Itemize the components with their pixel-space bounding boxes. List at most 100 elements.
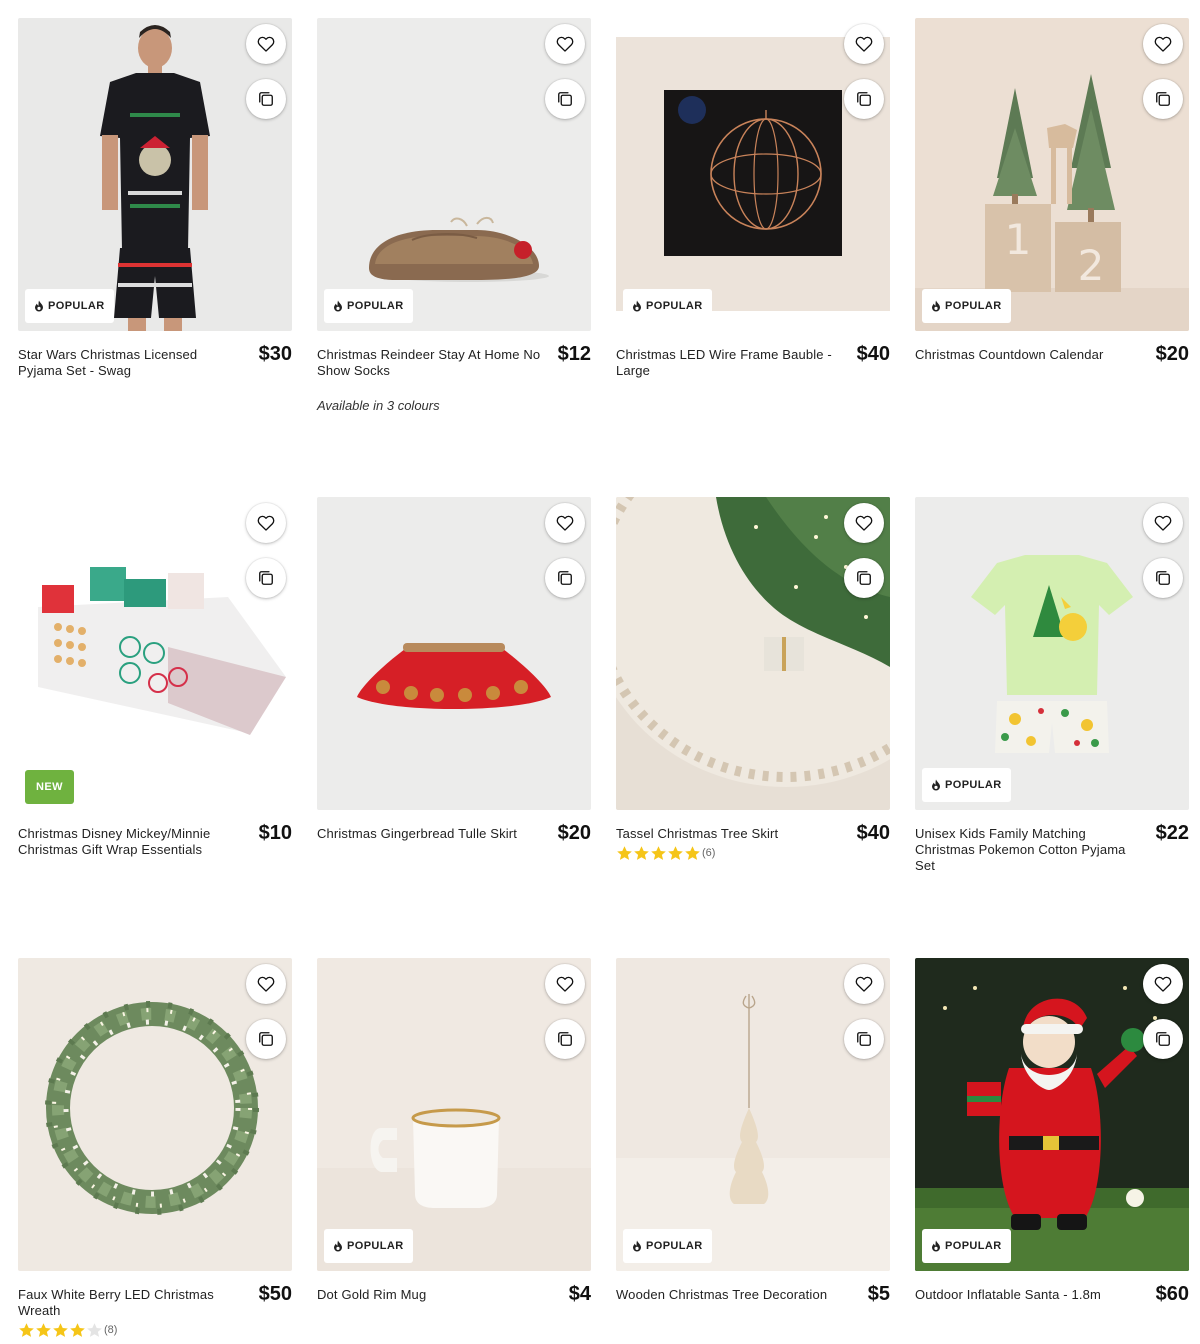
heart-icon (556, 515, 574, 531)
product-price: $12 (557, 343, 591, 365)
product-image[interactable]: POPULAR (616, 18, 890, 331)
popular-badge: POPULAR (623, 1229, 712, 1263)
wishlist-button[interactable] (844, 24, 884, 64)
compare-button[interactable] (246, 79, 286, 119)
product-name[interactable]: Christmas LED Wire Frame Bauble - Large (616, 347, 842, 379)
product-name[interactable]: Star Wars Christmas Licensed Pyjama Set … (18, 347, 244, 379)
compare-button[interactable] (545, 79, 585, 119)
product-image[interactable]: POPULAR (317, 18, 591, 331)
product-name[interactable]: Tassel Christmas Tree Skirt (616, 826, 842, 842)
svg-text:2: 2 (1078, 241, 1105, 290)
tree-skirt-photo (616, 497, 890, 810)
wishlist-button[interactable] (545, 964, 585, 1004)
product-image[interactable]: 1 2 POPULAR (915, 18, 1189, 331)
product-price: $20 (557, 822, 591, 844)
product-name[interactable]: Christmas Reindeer Stay At Home No Show … (317, 347, 543, 379)
product-image[interactable]: POPULAR (915, 497, 1189, 810)
heart-icon (855, 976, 873, 992)
heart-icon (257, 36, 275, 52)
heart-icon (257, 976, 275, 992)
wishlist-button[interactable] (246, 24, 286, 64)
product-card[interactable]: Christmas Gingerbread Tulle Skirt $20 (317, 497, 591, 844)
heart-icon (1154, 515, 1172, 531)
popular-badge: POPULAR (922, 768, 1011, 802)
compare-icon (558, 92, 572, 106)
heart-icon (257, 515, 275, 531)
compare-button[interactable] (246, 558, 286, 598)
flame-icon (633, 300, 641, 312)
product-name[interactable]: Christmas Disney Mickey/Minnie Christmas… (18, 826, 244, 858)
popular-badge: POPULAR (922, 289, 1011, 323)
compare-button[interactable] (246, 1019, 286, 1059)
product-card[interactable]: POPULAR Star Wars Christmas Licensed Pyj… (18, 18, 292, 379)
wishlist-button[interactable] (844, 964, 884, 1004)
product-name[interactable]: Christmas Gingerbread Tulle Skirt (317, 826, 543, 842)
star-rating[interactable]: (8) (18, 1321, 292, 1339)
wishlist-button[interactable] (1143, 24, 1183, 64)
review-count[interactable]: (6) (702, 847, 715, 859)
flame-icon (35, 300, 43, 312)
product-image[interactable] (616, 497, 890, 810)
wishlist-button[interactable] (1143, 503, 1183, 543)
compare-button[interactable] (1143, 558, 1183, 598)
compare-button[interactable] (545, 1019, 585, 1059)
review-count[interactable]: (8) (104, 1324, 117, 1336)
svg-text:1: 1 (1005, 215, 1032, 264)
product-image[interactable] (317, 497, 591, 810)
product-card[interactable]: Faux White Berry LED Christmas Wreath $5… (18, 958, 292, 1339)
compare-icon (558, 571, 572, 585)
product-card[interactable]: POPULAR Dot Gold Rim Mug $4 (317, 958, 591, 1305)
product-card[interactable]: POPULAR Outdoor Inflatable Santa - 1.8m … (915, 958, 1189, 1305)
product-name[interactable]: Wooden Christmas Tree Decoration (616, 1287, 842, 1303)
compare-button[interactable] (545, 558, 585, 598)
star-rating[interactable]: (6) (616, 844, 890, 862)
product-card[interactable]: POPULAR Christmas LED Wire Frame Bauble … (616, 18, 890, 379)
led-bauble-photo (616, 18, 890, 331)
new-badge: NEW (25, 770, 74, 804)
product-name[interactable]: Unisex Kids Family Matching Christmas Po… (915, 826, 1141, 874)
product-name[interactable]: Dot Gold Rim Mug (317, 1287, 543, 1303)
wishlist-button[interactable] (1143, 964, 1183, 1004)
product-price: $22 (1155, 822, 1189, 844)
product-name[interactable]: Christmas Countdown Calendar (915, 347, 1141, 363)
wishlist-button[interactable] (545, 24, 585, 64)
compare-icon (259, 571, 273, 585)
compare-button[interactable] (1143, 1019, 1183, 1059)
product-image[interactable]: POPULAR (18, 18, 292, 331)
product-card[interactable]: POPULAR Unisex Kids Family Matching Chri… (915, 497, 1189, 874)
product-image[interactable]: NEW (18, 497, 292, 810)
star-icon (70, 1322, 85, 1337)
product-name[interactable]: Faux White Berry LED Christmas Wreath (18, 1287, 244, 1319)
product-name[interactable]: Outdoor Inflatable Santa - 1.8m (915, 1287, 1141, 1303)
product-image[interactable]: POPULAR (915, 958, 1189, 1271)
compare-button[interactable] (844, 558, 884, 598)
badge-label: POPULAR (347, 1240, 404, 1252)
wishlist-button[interactable] (246, 964, 286, 1004)
compare-icon (1156, 571, 1170, 585)
star-icon (617, 845, 632, 860)
product-image[interactable] (18, 958, 292, 1271)
product-card[interactable]: 1 2 POPULAR Christmas Countdown Calendar… (915, 18, 1189, 365)
compare-button[interactable] (844, 1019, 884, 1059)
wishlist-button[interactable] (844, 503, 884, 543)
product-card[interactable]: Tassel Christmas Tree Skirt $40 (6) (616, 497, 890, 862)
product-card[interactable]: NEW Christmas Disney Mickey/Minnie Chris… (18, 497, 292, 858)
wishlist-button[interactable] (246, 503, 286, 543)
compare-button[interactable] (844, 79, 884, 119)
compare-button[interactable] (1143, 79, 1183, 119)
product-price: $60 (1155, 1283, 1189, 1305)
product-card[interactable]: POPULAR Christmas Reindeer Stay At Home … (317, 18, 591, 413)
product-image[interactable]: POPULAR (616, 958, 890, 1271)
popular-badge: POPULAR (623, 289, 712, 323)
badge-label: POPULAR (646, 300, 703, 312)
heart-icon (855, 515, 873, 531)
product-card[interactable]: POPULAR Wooden Christmas Tree Decoration… (616, 958, 890, 1305)
flame-icon (334, 300, 342, 312)
wishlist-button[interactable] (545, 503, 585, 543)
wooden-tree-ornament-photo (616, 958, 890, 1271)
star-icon (87, 1322, 102, 1337)
compare-icon (857, 92, 871, 106)
product-image[interactable]: POPULAR (317, 958, 591, 1271)
popular-badge: POPULAR (324, 1229, 413, 1263)
heart-icon (556, 976, 574, 992)
